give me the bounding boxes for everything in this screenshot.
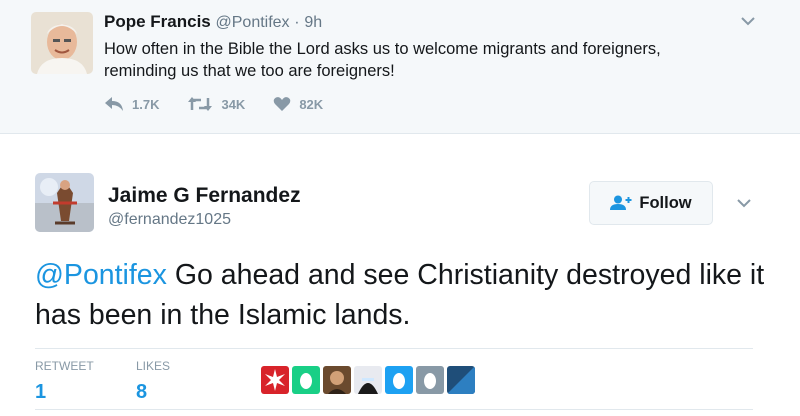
liker-avatar[interactable] bbox=[354, 366, 382, 394]
liker-avatars bbox=[261, 366, 478, 394]
retweet-icon bbox=[188, 97, 213, 111]
like-count: 82K bbox=[299, 96, 324, 112]
likes-value: 8 bbox=[136, 381, 148, 403]
avatar[interactable] bbox=[35, 173, 94, 232]
like-button[interactable]: 82K bbox=[273, 96, 323, 112]
chevron-down-icon[interactable] bbox=[741, 16, 755, 26]
liker-avatar[interactable] bbox=[416, 366, 444, 394]
tweet-text: How often in the Bible the Lord asks us … bbox=[104, 38, 744, 82]
divider bbox=[35, 348, 753, 349]
separator: · bbox=[294, 14, 300, 31]
tweet-text-line: How often in the Bible the Lord asks us … bbox=[104, 40, 661, 58]
author-name[interactable]: Pope Francis bbox=[104, 12, 211, 31]
avatar[interactable] bbox=[31, 12, 93, 74]
tweet-text-line: reminding us that we too are foreigners! bbox=[104, 62, 395, 80]
liker-avatar[interactable] bbox=[323, 366, 351, 394]
divider bbox=[35, 409, 753, 410]
retweet-stat[interactable]: RETWEET 1 bbox=[35, 359, 94, 404]
mention-link[interactable]: @Pontifex bbox=[35, 259, 167, 291]
author-handle[interactable]: @fernandez1025 bbox=[108, 211, 231, 229]
tweet-header: Pope Francis @Pontifex · 9h bbox=[104, 12, 322, 32]
likes-stat[interactable]: LIKES 8 bbox=[136, 359, 170, 404]
retweet-count: 34K bbox=[221, 96, 246, 112]
liker-avatar[interactable] bbox=[261, 366, 289, 394]
retweet-button[interactable]: 34K bbox=[187, 96, 245, 112]
author-handle[interactable]: @Pontifex bbox=[216, 14, 290, 31]
tweet-actions: 1.7K 34K 82K bbox=[104, 96, 351, 112]
timestamp[interactable]: 9h bbox=[304, 14, 322, 31]
liker-avatar[interactable] bbox=[292, 366, 320, 394]
follow-label: Follow bbox=[639, 193, 692, 212]
author-name[interactable]: Jaime G Fernandez bbox=[108, 184, 301, 208]
likes-label: LIKES bbox=[136, 359, 171, 373]
liker-avatar[interactable] bbox=[447, 366, 475, 394]
chevron-down-icon[interactable] bbox=[737, 198, 751, 208]
follow-button[interactable]: Follow bbox=[589, 181, 713, 225]
parent-tweet[interactable]: Pope Francis @Pontifex · 9h How often in… bbox=[0, 0, 800, 134]
retweet-label: RETWEET bbox=[35, 359, 94, 373]
tweet-text: @Pontifex Go ahead and see Christianity … bbox=[35, 255, 765, 335]
retweet-value: 1 bbox=[35, 381, 47, 403]
liker-avatar[interactable] bbox=[385, 366, 413, 394]
reply-button[interactable]: 1.7K bbox=[104, 96, 159, 112]
heart-icon bbox=[274, 97, 291, 111]
reply-icon bbox=[105, 97, 123, 111]
add-user-icon bbox=[610, 195, 632, 210]
reply-count: 1.7K bbox=[132, 96, 160, 112]
